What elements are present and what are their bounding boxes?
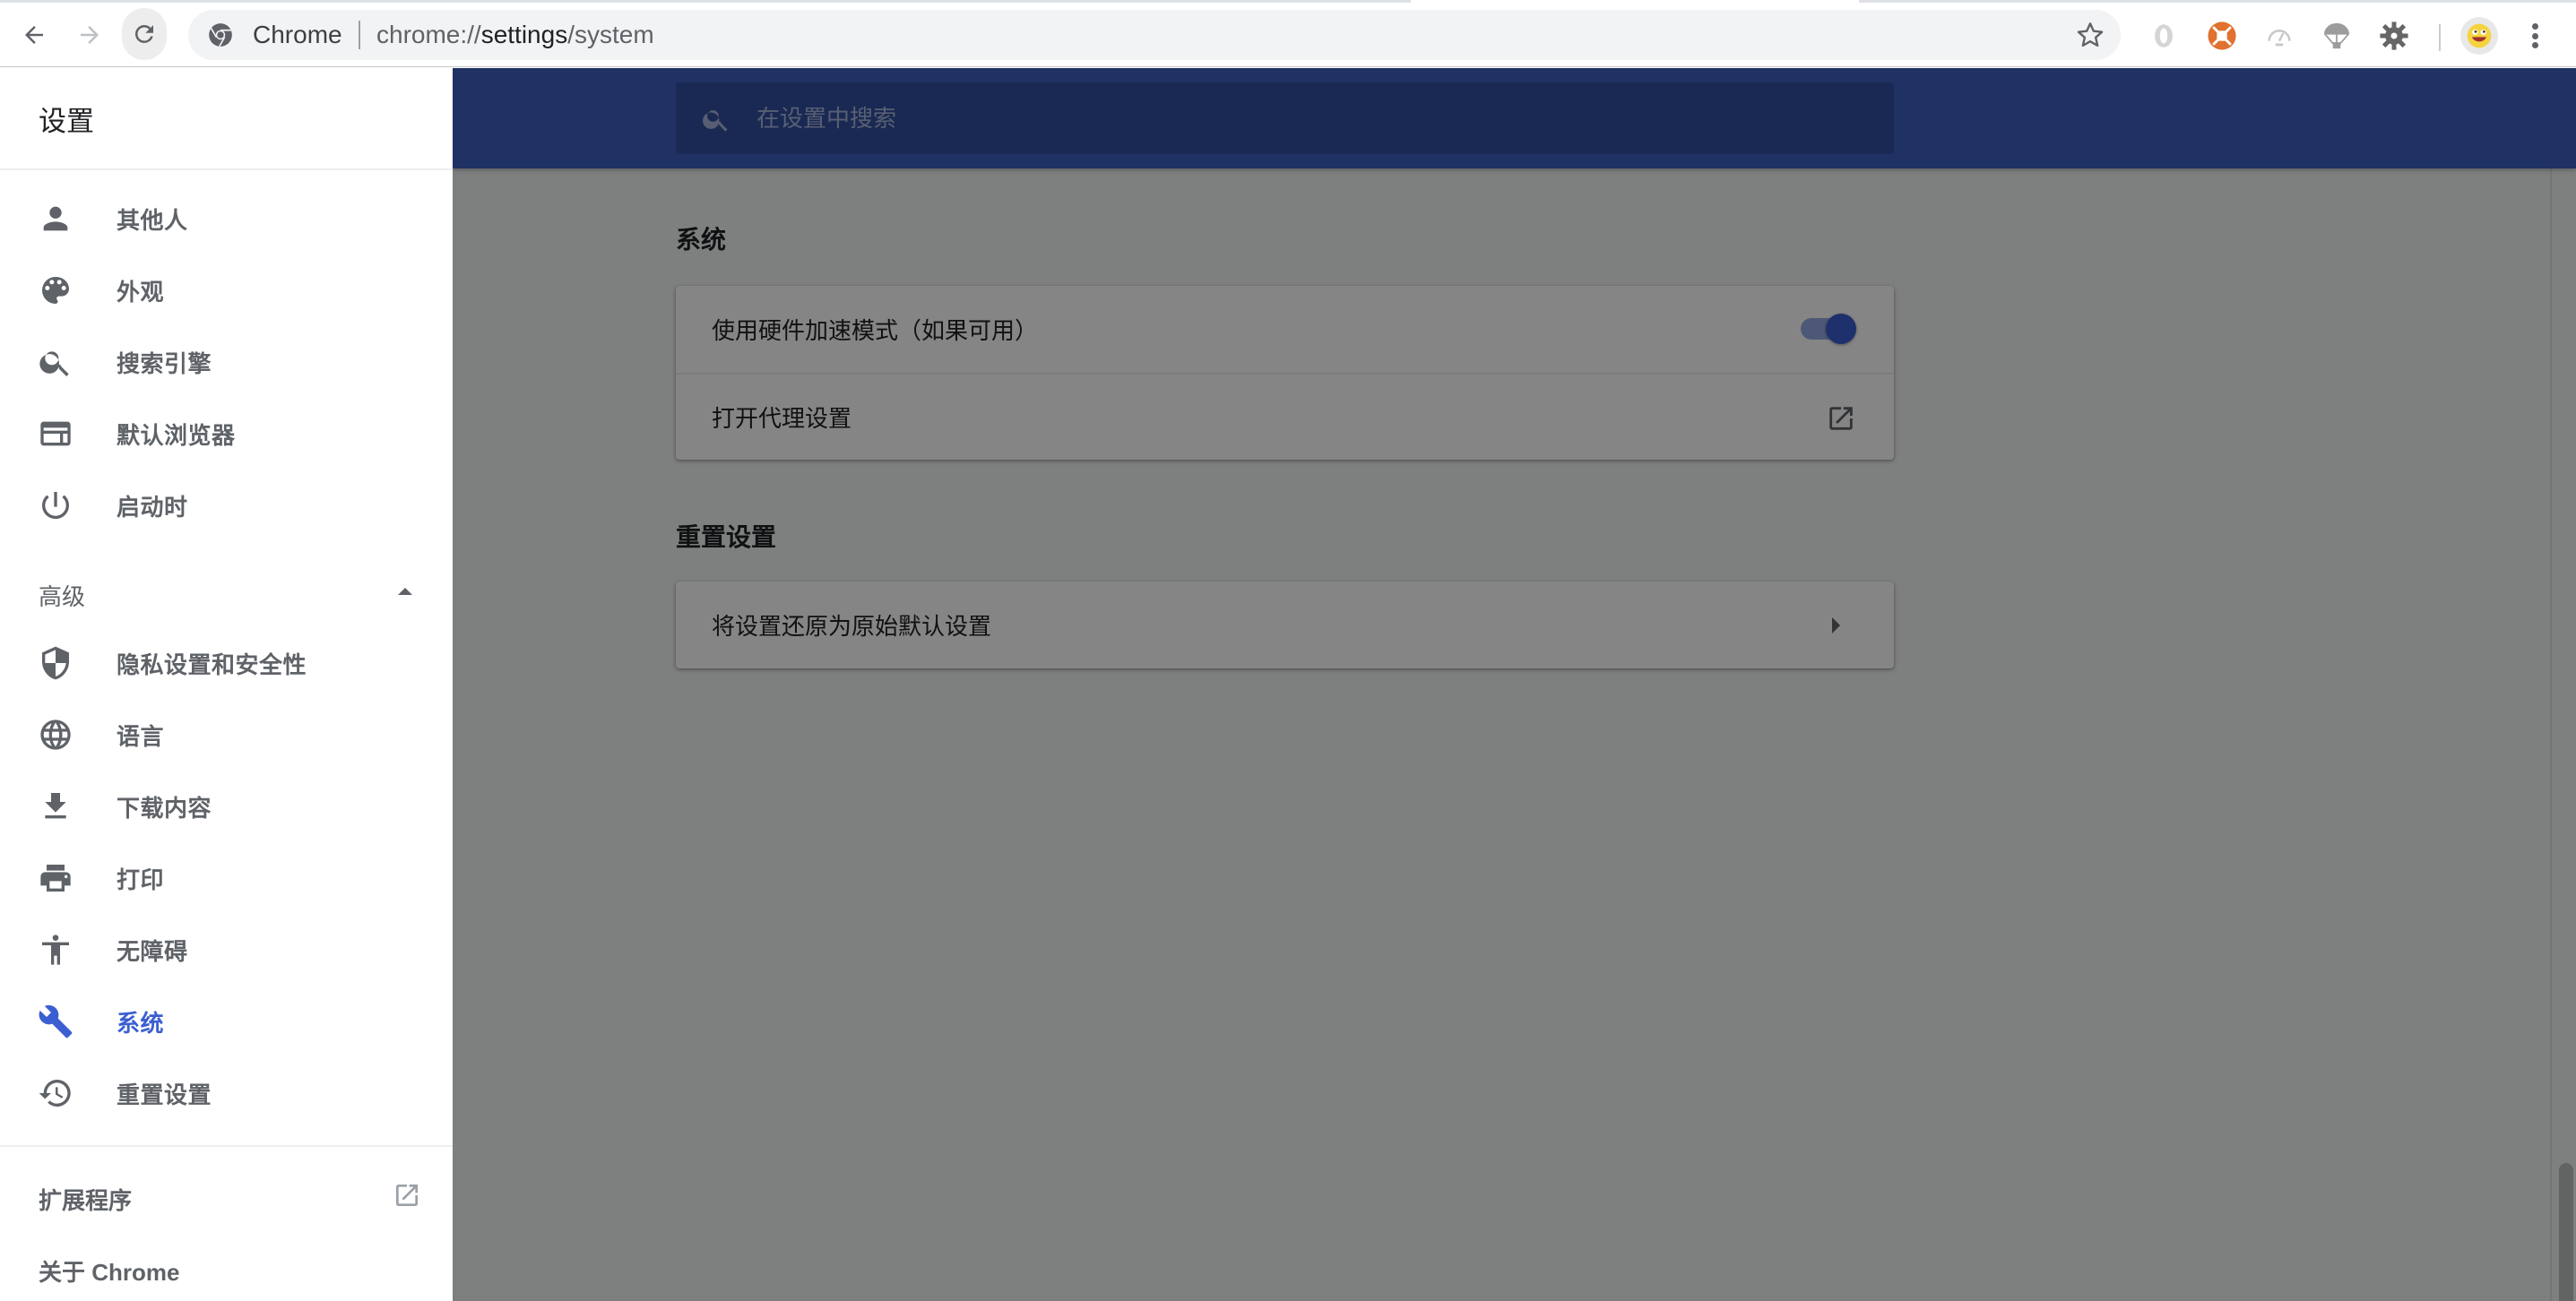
back-button[interactable] bbox=[9, 10, 59, 60]
browser-window-icon bbox=[38, 416, 73, 452]
sidebar-item-label: 默认浏览器 bbox=[117, 421, 236, 449]
page-scrollbar[interactable] bbox=[2550, 168, 2576, 1301]
settings-main: 系统 使用硬件加速模式（如果可用） 打开代理设置 重置设置 将设置还原为原始默认… bbox=[453, 68, 2576, 1301]
settings-sidebar: 设置 其他人 外观 搜索引擎 默认浏览器 启动时 高级 隐私设置和安全性 语言 … bbox=[0, 68, 453, 1301]
sidebar-item-privacy[interactable]: 隐私设置和安全性 bbox=[0, 631, 453, 695]
hardware-acceleration-toggle[interactable] bbox=[1801, 314, 1858, 344]
system-card: 使用硬件加速模式（如果可用） 打开代理设置 bbox=[676, 286, 1894, 460]
url-scheme: chrome:// bbox=[376, 21, 481, 48]
sidebar-item-label: 打印 bbox=[117, 866, 165, 893]
sidebar-item-label: 其他人 bbox=[117, 206, 188, 234]
orange-extension-icon[interactable] bbox=[2207, 21, 2237, 51]
section-title-reset: 重置设置 bbox=[676, 523, 777, 551]
sidebar-item-default-browser[interactable]: 默认浏览器 bbox=[0, 401, 453, 466]
shield-icon bbox=[38, 645, 73, 681]
address-bar[interactable]: Chrome chrome://settings/system bbox=[188, 10, 2121, 60]
advanced-label: 高级 bbox=[39, 583, 86, 610]
sidebar-item-search-engine[interactable]: 搜索引擎 bbox=[0, 330, 453, 394]
chrome-logo-icon bbox=[209, 23, 232, 47]
url-host: settings bbox=[480, 21, 568, 48]
arrow-right-icon bbox=[81, 26, 99, 44]
download-icon bbox=[38, 788, 73, 824]
proxy-settings-row[interactable]: 打开代理设置 bbox=[676, 373, 1894, 460]
hardware-acceleration-row[interactable]: 使用硬件加速模式（如果可用） bbox=[676, 286, 1894, 373]
reload-icon bbox=[134, 24, 153, 43]
settings-search-box[interactable] bbox=[676, 82, 1894, 154]
arrow-left-icon bbox=[25, 26, 43, 44]
advanced-toggle[interactable]: 高级 bbox=[0, 559, 453, 624]
row-label: 打开代理设置 bbox=[712, 405, 852, 432]
reset-card: 将设置还原为原始默认设置 bbox=[676, 582, 1894, 668]
bookmark-star-icon[interactable] bbox=[2076, 21, 2105, 49]
sidebar-item-label: 隐私设置和安全性 bbox=[117, 650, 307, 678]
scrollbar-thumb[interactable] bbox=[2559, 1163, 2573, 1301]
open-in-new-icon bbox=[396, 1185, 418, 1206]
forward-button[interactable] bbox=[65, 10, 115, 60]
search-icon bbox=[703, 110, 728, 132]
menu-dot bbox=[2531, 42, 2538, 48]
sidebar-item-label: 语言 bbox=[117, 722, 165, 750]
sidebar-item-label: 重置设置 bbox=[117, 1081, 212, 1108]
about-label: 关于 Chrome bbox=[39, 1259, 180, 1286]
sidebar-item-appearance[interactable]: 外观 bbox=[0, 258, 453, 323]
sidebar-divider bbox=[0, 1145, 453, 1147]
toolbar-divider bbox=[2439, 24, 2441, 51]
omnibox-separator bbox=[359, 21, 360, 49]
browser-menu-button[interactable] bbox=[2524, 21, 2546, 51]
restore-defaults-row[interactable]: 将设置还原为原始默认设置 bbox=[676, 582, 1894, 668]
menu-dot bbox=[2531, 23, 2538, 30]
wrench-icon bbox=[38, 1004, 73, 1039]
profile-avatar-button[interactable] bbox=[2460, 17, 2498, 55]
sidebar-item-label: 下载内容 bbox=[117, 794, 212, 822]
toggle-knob bbox=[1826, 314, 1856, 344]
speedometer-extension-icon[interactable] bbox=[2264, 21, 2295, 51]
sidebar-item-extensions[interactable]: 扩展程序 bbox=[0, 1163, 453, 1228]
modal-scrim[interactable] bbox=[453, 68, 2576, 1301]
sidebar-item-languages[interactable]: 语言 bbox=[0, 702, 453, 767]
palette-icon bbox=[38, 272, 73, 308]
sidebar-item-label: 外观 bbox=[117, 278, 165, 306]
sidebar-item-label: 无障碍 bbox=[117, 937, 188, 965]
gear-extension-icon[interactable] bbox=[2379, 21, 2409, 51]
sidebar-item-reset[interactable]: 重置设置 bbox=[0, 1061, 453, 1125]
sidebar-item-system[interactable]: 系统 bbox=[0, 989, 453, 1054]
json-viewer-extension-icon[interactable] bbox=[2148, 21, 2179, 51]
sidebar-item-people[interactable]: 其他人 bbox=[0, 186, 453, 251]
row-label: 使用硬件加速模式（如果可用） bbox=[712, 317, 1039, 344]
person-icon bbox=[38, 201, 73, 237]
printer-icon bbox=[38, 860, 73, 896]
smiley-avatar-icon bbox=[2467, 23, 2492, 48]
search-icon bbox=[38, 344, 73, 380]
menu-dot bbox=[2531, 32, 2538, 39]
browser-toolbar: Chrome chrome://settings/system bbox=[0, 3, 2576, 67]
sidebar-title: 设置 bbox=[39, 106, 94, 137]
url-path: /system bbox=[567, 21, 654, 48]
sidebar-item-label: 启动时 bbox=[117, 493, 188, 521]
accessibility-icon bbox=[38, 932, 73, 968]
settings-header bbox=[453, 68, 2576, 168]
row-label: 将设置还原为原始默认设置 bbox=[712, 613, 992, 640]
sidebar-item-label: 搜索引擎 bbox=[117, 349, 212, 377]
parachute-extension-icon[interactable] bbox=[2321, 21, 2352, 51]
caret-up-icon bbox=[398, 588, 412, 595]
settings-search-input[interactable] bbox=[756, 82, 1868, 154]
history-icon bbox=[38, 1075, 73, 1111]
sidebar-item-about-chrome[interactable]: 关于 Chrome bbox=[0, 1235, 453, 1299]
arrow-right-icon bbox=[1832, 617, 1840, 633]
site-origin-label: Chrome bbox=[253, 21, 342, 48]
sidebar-item-label: 系统 bbox=[117, 1009, 165, 1037]
sidebar-divider bbox=[0, 168, 453, 170]
sidebar-item-on-startup[interactable]: 启动时 bbox=[0, 473, 453, 538]
url-text[interactable]: chrome://settings/system bbox=[376, 21, 654, 49]
section-title-system: 系统 bbox=[676, 226, 727, 254]
open-in-new-icon bbox=[1829, 407, 1853, 430]
power-icon bbox=[38, 487, 73, 523]
extensions-label: 扩展程序 bbox=[39, 1187, 133, 1214]
sidebar-item-accessibility[interactable]: 无障碍 bbox=[0, 918, 453, 982]
reload-button[interactable] bbox=[122, 8, 167, 60]
sidebar-item-downloads[interactable]: 下载内容 bbox=[0, 774, 453, 839]
sidebar-item-printing[interactable]: 打印 bbox=[0, 846, 453, 910]
globe-icon bbox=[38, 717, 73, 753]
